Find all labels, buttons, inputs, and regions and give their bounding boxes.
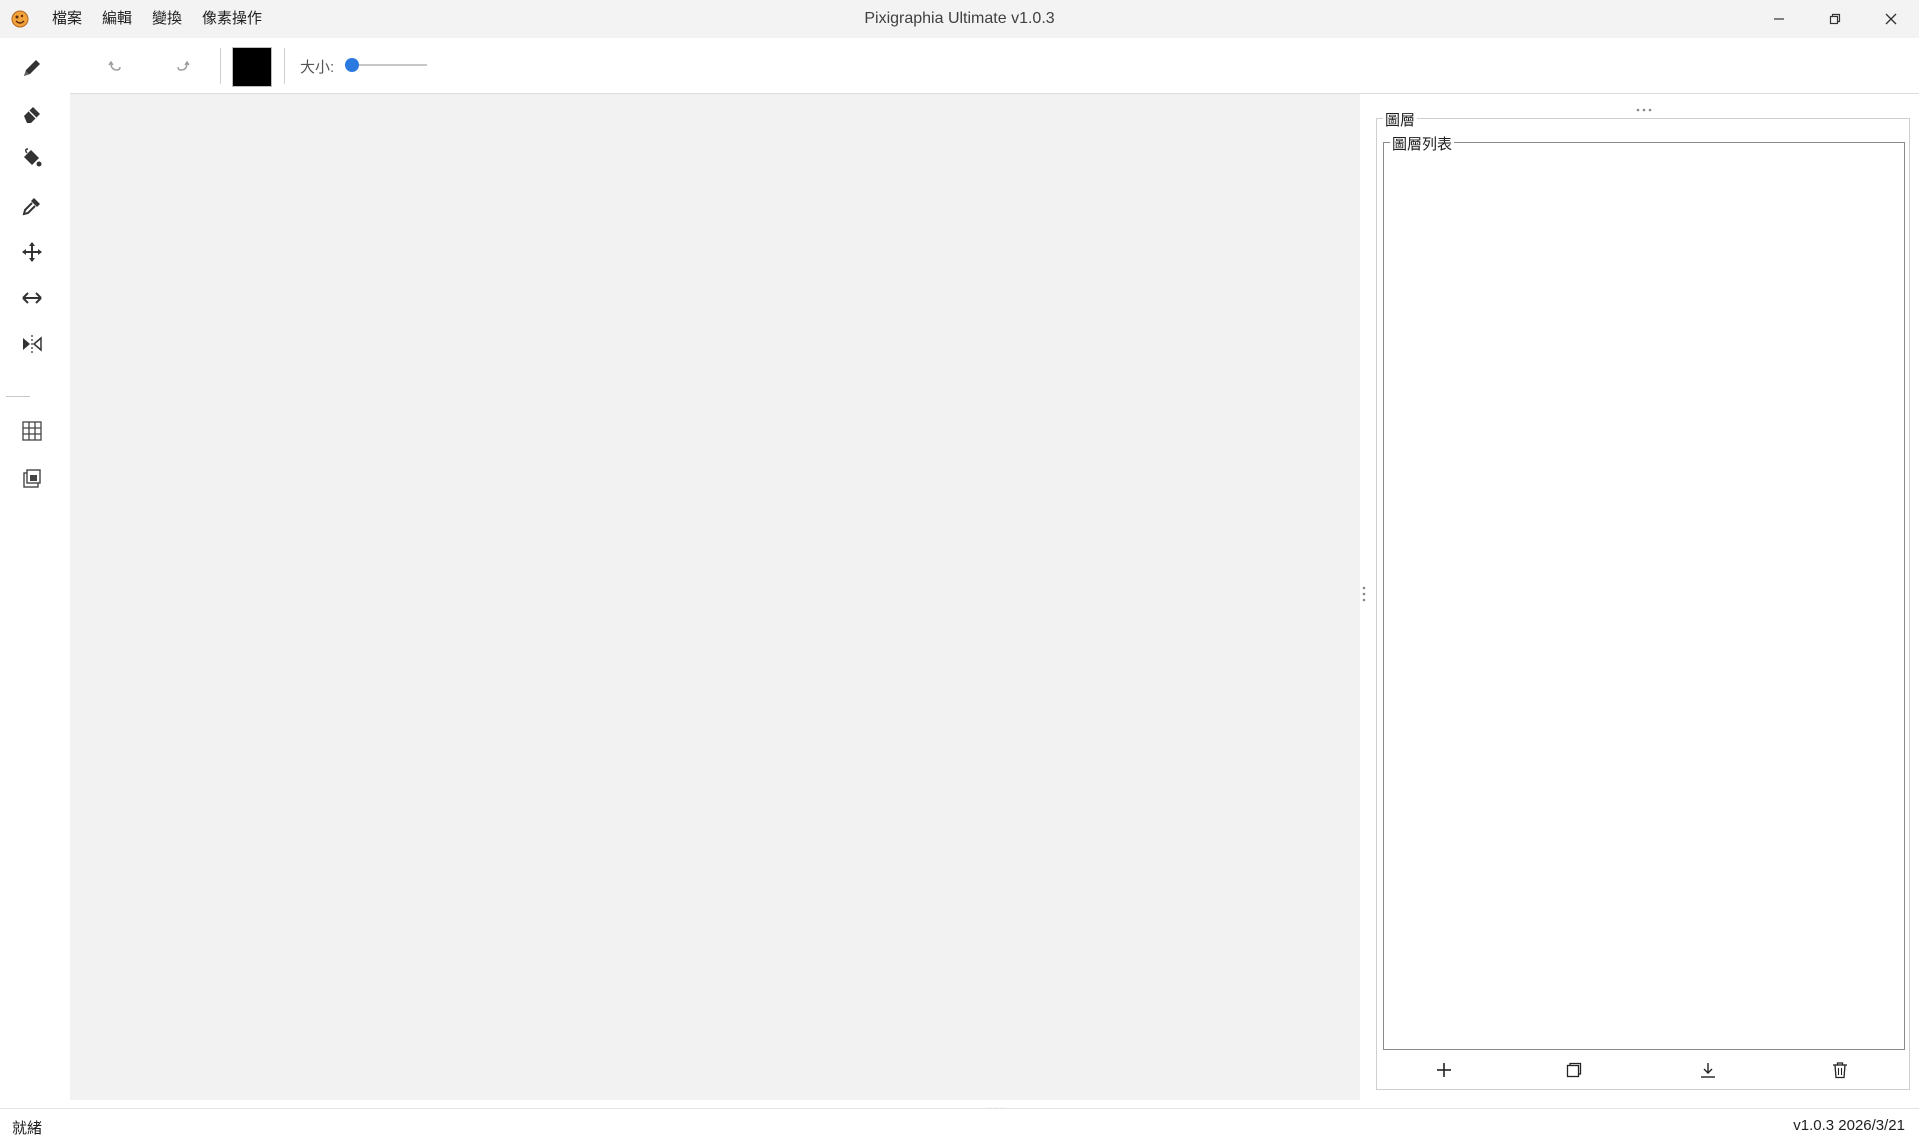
merge-down-icon [1701, 1063, 1715, 1078]
add-layer-icon [1437, 1063, 1451, 1077]
merge-down-button[interactable] [1693, 1055, 1723, 1085]
layer-list-title: 圖層列表 [1390, 133, 1455, 154]
size-slider[interactable] [345, 54, 427, 76]
tool-mirror[interactable] [16, 328, 48, 360]
horizontal-grip-icon [1636, 108, 1652, 112]
fill-bucket-icon [24, 148, 42, 167]
version-date: v1.0.3 2026/3/21 [1793, 1117, 1905, 1134]
restore-button[interactable] [1807, 0, 1863, 38]
drawing-canvas[interactable] [70, 94, 1360, 1100]
separator [284, 48, 285, 84]
mirror-icon [23, 335, 42, 353]
title-bar: 檔案 編輯 變換 像素操作 Pixigraphia Ultimate v1.0.… [0, 0, 1919, 38]
menu-pixel-operations[interactable]: 像素操作 [192, 0, 272, 38]
menu-bar: 檔案 編輯 變換 像素操作 [42, 0, 272, 38]
panel-grip[interactable] [1635, 100, 1653, 112]
redo-button[interactable] [168, 51, 198, 81]
bottom-dock-grip[interactable] [987, 1100, 1005, 1111]
delete-layer-icon [1833, 1062, 1847, 1079]
status-bar: 就緒 v1.0.3 2026/3/21 [0, 1108, 1919, 1141]
tool-eraser[interactable] [16, 98, 48, 130]
close-button[interactable] [1863, 0, 1919, 38]
tool-eyedropper[interactable] [16, 190, 48, 222]
tool-layers[interactable] [16, 462, 48, 494]
redo-icon [177, 60, 190, 71]
window-title: Pixigraphia Ultimate v1.0.3 [864, 10, 1055, 27]
separator [220, 48, 221, 84]
vertical-grip-icon [1362, 586, 1366, 602]
color-swatch[interactable] [232, 47, 272, 87]
undo-button[interactable] [100, 51, 130, 81]
pencil-icon [24, 60, 40, 76]
layer-list[interactable]: 圖層列表 [1383, 133, 1905, 1050]
tool-bar [0, 38, 70, 1098]
menu-file[interactable]: 檔案 [42, 0, 92, 38]
delete-layer-button[interactable] [1825, 1055, 1855, 1085]
layer-group: 圖層 圖層列表 [1376, 109, 1910, 1090]
close-icon [1885, 13, 1897, 25]
undo-icon [108, 60, 121, 71]
add-layer-button[interactable] [1429, 1055, 1459, 1085]
restore-icon [1829, 13, 1841, 25]
duplicate-layer-button[interactable] [1559, 1055, 1589, 1085]
tool-resize[interactable] [16, 282, 48, 314]
panel-splitter[interactable] [1360, 94, 1368, 1100]
duplicate-layer-icon [1566, 1062, 1582, 1078]
status-text: 就緒 [12, 1120, 43, 1137]
layer-panel: 圖層 圖層列表 [1368, 94, 1919, 1100]
tool-fill[interactable] [16, 142, 48, 174]
eyedropper-icon [22, 198, 40, 216]
menu-edit[interactable]: 編輯 [92, 0, 142, 38]
grid-icon [22, 421, 42, 441]
window-controls [1751, 0, 1919, 38]
layers-stack-icon [23, 469, 41, 488]
tool-move[interactable] [16, 236, 48, 268]
minimize-icon [1774, 18, 1784, 20]
tool-grid[interactable] [16, 415, 48, 447]
move-icon [22, 242, 42, 262]
app-logo-icon[interactable] [10, 9, 30, 29]
tool-separator [6, 396, 30, 397]
tool-options-bar: 大小: [70, 38, 1919, 94]
menu-transform[interactable]: 變換 [142, 0, 192, 38]
minimize-button[interactable] [1751, 0, 1807, 38]
size-label: 大小: [300, 59, 335, 76]
slider-thumb[interactable] [345, 58, 359, 72]
tool-pencil[interactable] [16, 52, 48, 84]
layer-group-title: 圖層 [1383, 109, 1418, 130]
resize-horizontal-icon [22, 292, 42, 304]
eraser-icon [24, 107, 40, 123]
